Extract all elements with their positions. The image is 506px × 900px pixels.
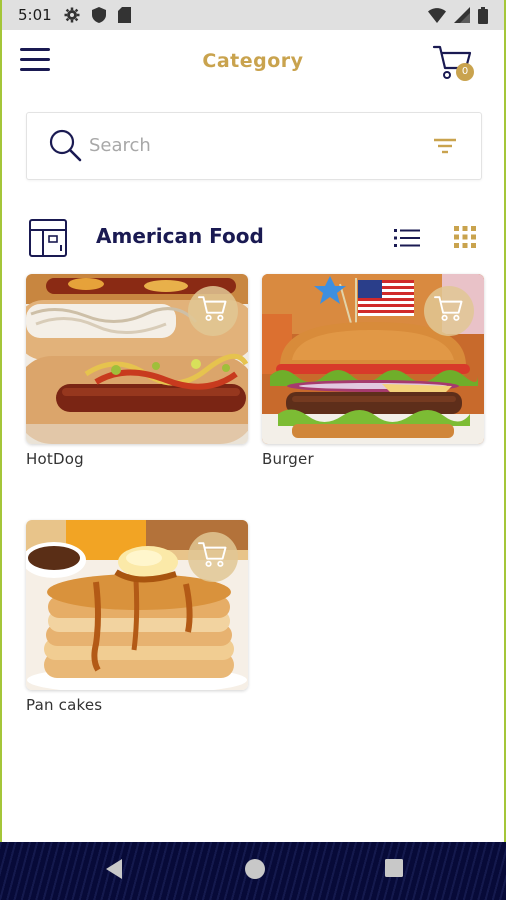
recents-icon[interactable] (384, 858, 404, 882)
search-input[interactable] (89, 127, 409, 163)
category-icon (28, 218, 68, 262)
product-name: HotDog (26, 450, 84, 468)
cart-count-badge: 0 (456, 63, 474, 81)
add-to-cart-button[interactable] (188, 532, 238, 582)
product-name: Burger (262, 450, 314, 468)
back-icon[interactable] (104, 858, 124, 884)
product-card-hotdog[interactable]: HotDog (26, 274, 248, 468)
filter-icon[interactable] (433, 137, 457, 159)
product-image[interactable] (262, 274, 484, 444)
add-to-cart-button[interactable] (424, 286, 474, 336)
search-bar (26, 112, 482, 180)
product-image[interactable] (26, 274, 248, 444)
status-bar: 5:01 (2, 0, 504, 30)
status-time: 5:01 (18, 6, 52, 24)
category-title: American Food (96, 224, 264, 248)
cart-icon (433, 295, 465, 327)
cart-icon (197, 541, 229, 573)
signal-icon (454, 7, 470, 23)
sd-card-icon (117, 7, 131, 23)
grid-view-icon[interactable] (454, 226, 476, 252)
page-title: Category (202, 50, 304, 72)
list-view-icon[interactable] (394, 228, 420, 252)
product-card-burger[interactable]: Burger (262, 274, 484, 468)
app-bar: Category 0 (2, 30, 504, 94)
battery-icon (478, 6, 488, 24)
home-icon[interactable] (244, 858, 266, 884)
wifi-icon (428, 7, 446, 23)
cart-icon (197, 295, 229, 327)
gear-icon (64, 7, 80, 23)
category-header: American Food (26, 218, 482, 260)
product-name: Pan cakes (26, 696, 103, 714)
product-image[interactable] (26, 520, 248, 690)
cart-button[interactable]: 0 (432, 44, 478, 84)
add-to-cart-button[interactable] (188, 286, 238, 336)
search-icon[interactable] (49, 129, 83, 167)
system-nav-bar (0, 842, 506, 900)
product-card-pancakes[interactable]: Pan cakes (26, 520, 248, 714)
shield-icon (91, 7, 106, 23)
